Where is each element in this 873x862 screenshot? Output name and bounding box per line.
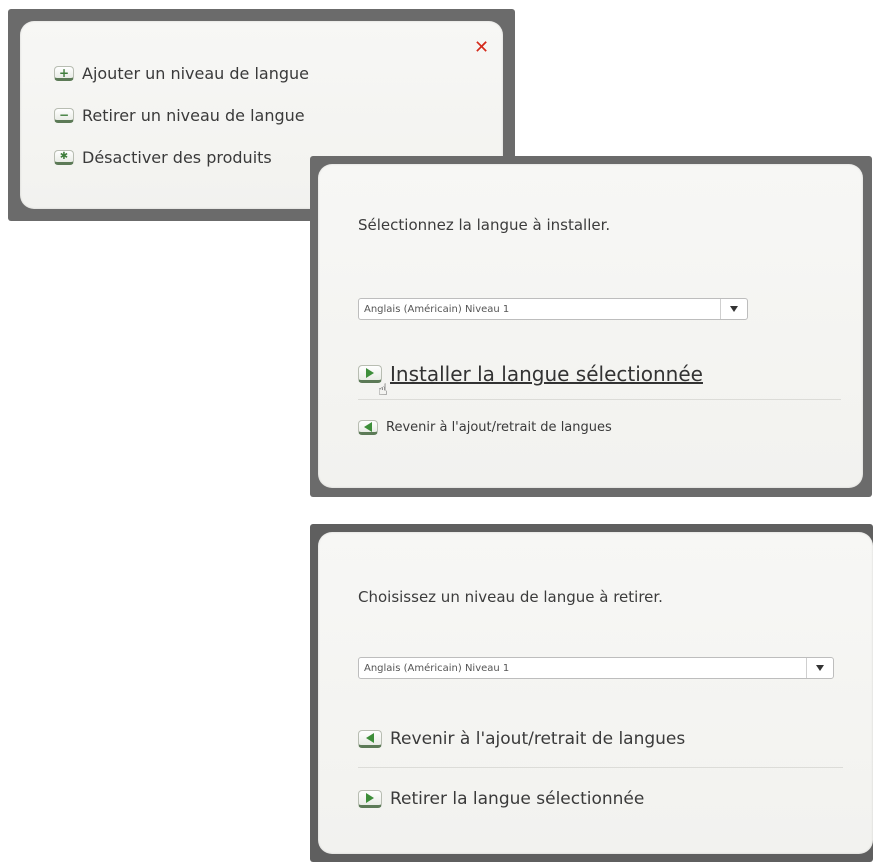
install-language-window: Sélectionnez la langue à installer. Angl… — [310, 156, 872, 497]
install-select-value: Anglais (Américain) Niveau 1 — [364, 303, 510, 315]
add-language-level-label: Ajouter un niveau de langue — [82, 64, 310, 83]
remove-prompt: Choisissez un niveau de langue à retirer… — [358, 588, 663, 606]
install-selected-language-link[interactable]: Installer la langue sélectionnée — [358, 362, 703, 386]
add-language-level-item[interactable]: + Ajouter un niveau de langue — [54, 64, 309, 83]
divider — [358, 399, 841, 400]
remove-language-select[interactable]: Anglais (Américain) Niveau 1 — [358, 657, 834, 679]
play-icon — [358, 790, 382, 808]
plus-icon: + — [54, 66, 74, 81]
divider — [358, 767, 843, 768]
remove-language-level-item[interactable]: − Retirer un niveau de langue — [54, 106, 305, 125]
back-to-languages-link[interactable]: Revenir à l'ajout/retrait de langues — [358, 420, 612, 435]
hand-cursor-icon: ☝ — [378, 380, 388, 399]
chevron-down-icon[interactable] — [806, 658, 833, 678]
back-to-languages-label-2: Revenir à l'ajout/retrait de langues — [390, 729, 686, 749]
close-icon[interactable]: ✕ — [474, 39, 489, 57]
asterisk-icon: ✱ — [54, 150, 74, 165]
deactivate-products-label: Désactiver des produits — [82, 148, 272, 167]
back-arrow-icon — [358, 730, 382, 748]
remove-language-level-label: Retirer un niveau de langue — [82, 106, 305, 125]
remove-language-panel: Choisissez un niveau de langue à retirer… — [318, 532, 873, 854]
back-to-languages-link-2[interactable]: Revenir à l'ajout/retrait de langues — [358, 729, 685, 749]
back-to-languages-label: Revenir à l'ajout/retrait de langues — [386, 420, 612, 435]
remove-language-window: Choisissez un niveau de langue à retirer… — [310, 524, 873, 862]
install-prompt: Sélectionnez la langue à installer. — [358, 216, 611, 234]
chevron-down-icon[interactable] — [720, 299, 747, 319]
remove-selected-language-label: Retirer la langue sélectionnée — [390, 789, 645, 809]
deactivate-products-item[interactable]: ✱ Désactiver des produits — [54, 148, 272, 167]
install-selected-language-label: Installer la langue sélectionnée — [390, 362, 703, 386]
back-arrow-icon — [358, 420, 378, 435]
remove-select-value: Anglais (Américain) Niveau 1 — [364, 662, 510, 674]
minus-icon: − — [54, 108, 74, 123]
remove-selected-language-link[interactable]: Retirer la langue sélectionnée — [358, 789, 644, 809]
install-language-select[interactable]: Anglais (Américain) Niveau 1 — [358, 298, 748, 320]
install-language-panel: Sélectionnez la langue à installer. Angl… — [318, 164, 863, 488]
